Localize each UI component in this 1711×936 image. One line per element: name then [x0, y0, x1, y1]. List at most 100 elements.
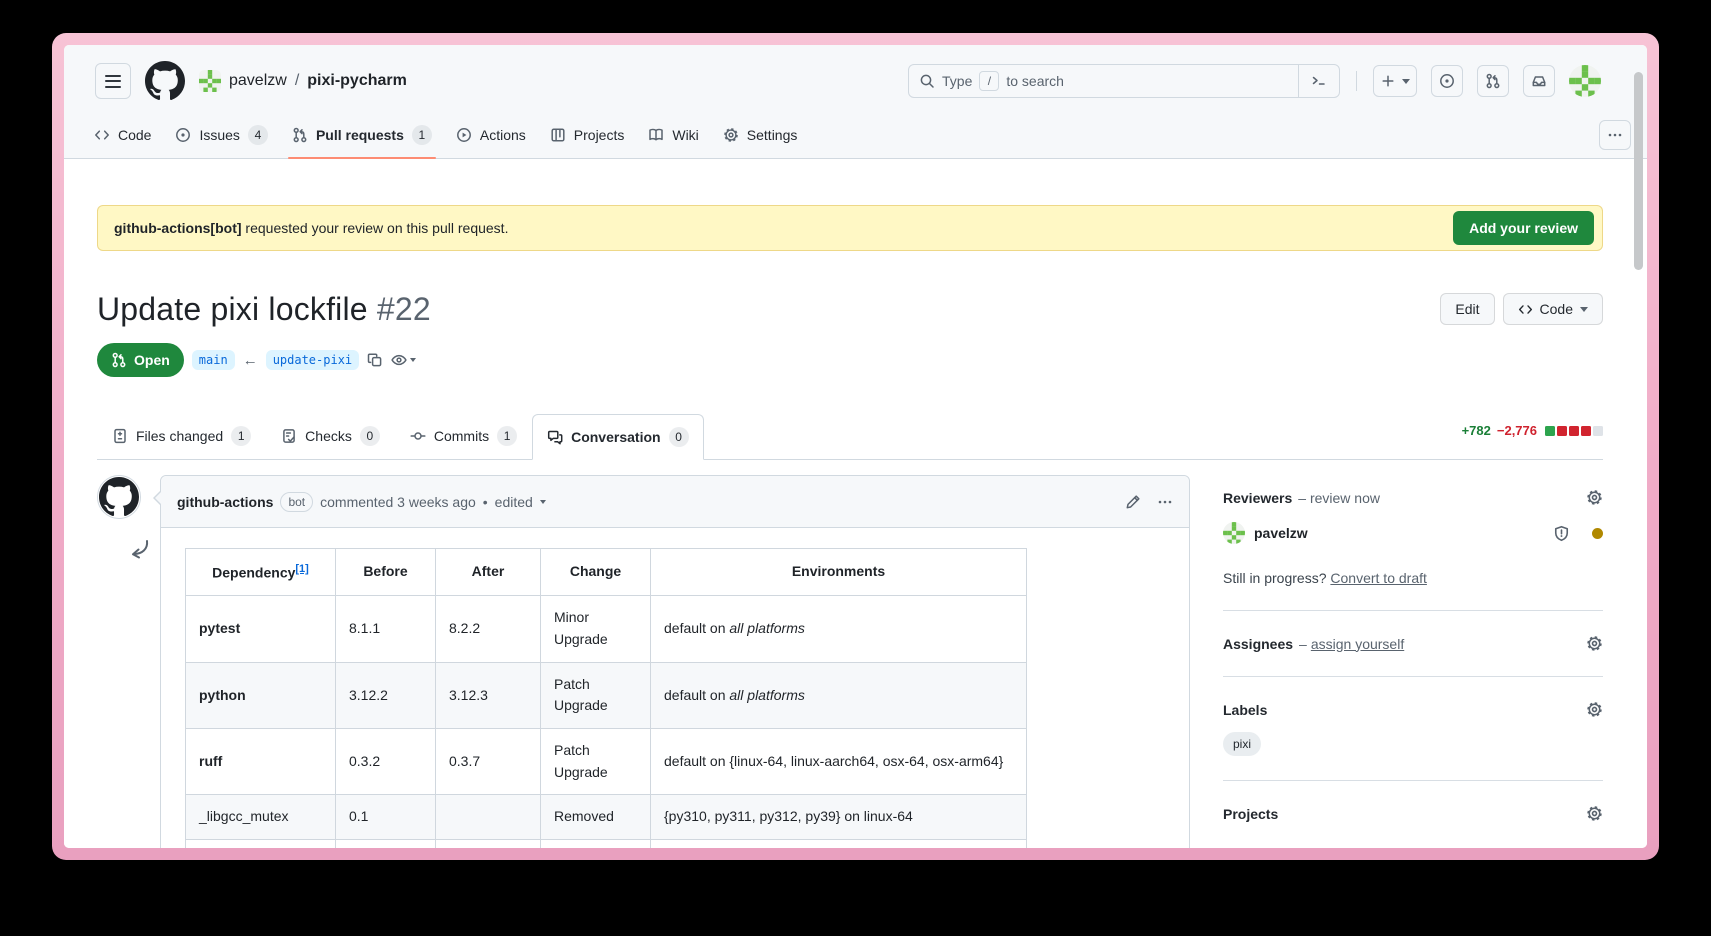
edit-comment-icon[interactable] — [1125, 494, 1141, 510]
nav-item-wiki[interactable]: Wiki — [638, 111, 708, 158]
hamburger-menu-button[interactable] — [95, 63, 131, 99]
copy-branch-button[interactable] — [367, 352, 383, 368]
desktop-background: pavelzw / pixi-pycharm Type / to search — [0, 0, 1711, 936]
code-button-label: Code — [1540, 301, 1573, 317]
edit-button[interactable]: Edit — [1440, 293, 1494, 325]
assignees-dash: – — [1299, 636, 1307, 652]
tab-label: Conversation — [571, 429, 660, 445]
nav-item-label: Projects — [574, 127, 625, 143]
nav-item-label: Issues — [199, 127, 239, 143]
nav-item-label: Code — [118, 127, 151, 143]
diffstat-block-deleted — [1569, 426, 1579, 436]
checklist-icon — [281, 428, 297, 444]
main-content: github-actions[bot] requested your revie… — [64, 205, 1647, 848]
project-icon — [550, 127, 566, 143]
gear-icon[interactable] — [1586, 635, 1603, 652]
pr-body: github-actions bot commented 3 weeks ago… — [97, 475, 1603, 848]
tab-count-badge: 0 — [360, 426, 380, 446]
table-cell: 0.1 — [336, 795, 436, 840]
tab-count-badge: 0 — [669, 427, 689, 447]
diffstat: +782 −2,776 — [1462, 423, 1603, 438]
nav-overflow-button[interactable] — [1599, 120, 1631, 150]
github-logo-icon[interactable] — [145, 61, 185, 101]
issues-dashboard-button[interactable] — [1431, 65, 1463, 97]
slash-key-hint: / — [979, 71, 999, 91]
assignees-section: Assignees – assign yourself — [1223, 611, 1603, 677]
gear-icon[interactable] — [1586, 701, 1603, 718]
table-cell: 3.12.3 — [436, 662, 541, 728]
nav-item-projects[interactable]: Projects — [540, 111, 635, 158]
inbox-button[interactable] — [1523, 65, 1555, 97]
diffstat-blocks — [1545, 426, 1603, 436]
pr-state-badge: Open — [97, 343, 184, 377]
draft-hint: Still in progress? Convert to draft — [1223, 570, 1603, 586]
comment-meta: commented 3 weeks ago — [320, 494, 476, 510]
breadcrumb-repo[interactable]: pixi-pycharm — [307, 72, 407, 90]
projects-section: Projects — [1223, 781, 1603, 846]
comment-author[interactable]: github-actions — [177, 494, 273, 510]
table-row: pytest8.1.18.2.2Minor Upgradedefault on … — [186, 596, 1027, 662]
breadcrumb-owner[interactable]: pavelzw — [229, 72, 287, 90]
tab-checks[interactable]: Checks0 — [266, 413, 395, 459]
base-branch-label[interactable]: main — [192, 350, 235, 370]
tab-files-changed[interactable]: Files changed 1 — [97, 413, 266, 459]
shield-icon[interactable] — [1553, 525, 1570, 542]
table-cell-environments: default on all platforms — [651, 596, 1027, 662]
label-pill-pixi[interactable]: pixi — [1223, 732, 1261, 756]
tab-conversation[interactable]: Conversation 0 — [532, 414, 703, 460]
add-review-button[interactable]: Add your review — [1453, 211, 1594, 245]
assign-yourself-link[interactable]: assign yourself — [1311, 636, 1404, 652]
pr-tabs: Files changed1Checks0Commits1Conversatio… — [97, 413, 1603, 460]
pull-requests-dashboard-button[interactable] — [1477, 65, 1509, 97]
nav-item-label: Wiki — [672, 127, 698, 143]
caret-down-icon[interactable] — [540, 500, 546, 504]
comment-author-avatar[interactable] — [97, 475, 141, 519]
scrollbar-thumb[interactable] — [1634, 72, 1643, 270]
tab-count-badge: 1 — [231, 426, 251, 446]
owner-avatar[interactable] — [199, 70, 221, 92]
header-divider — [1356, 71, 1357, 91]
issue-icon — [175, 127, 191, 143]
nav-item-actions[interactable]: Actions — [446, 111, 536, 158]
nav-item-issues[interactable]: Issues4 — [165, 111, 277, 158]
footnote-link[interactable]: [1] — [295, 563, 308, 575]
diffstat-block-deleted — [1557, 426, 1567, 436]
breadcrumb: pavelzw / pixi-pycharm — [199, 70, 407, 92]
code-dropdown-button[interactable]: Code — [1503, 293, 1603, 325]
comment-meta-separator: • — [483, 494, 488, 510]
tab-label: Files changed — [136, 428, 223, 444]
tab-commits[interactable]: Commits1 — [395, 413, 532, 459]
commit-icon — [410, 428, 426, 444]
copy-icon — [367, 352, 383, 368]
review-now-link[interactable]: – review now — [1298, 490, 1380, 506]
gear-icon[interactable] — [1586, 805, 1603, 822]
search-input[interactable]: Type / to search — [908, 64, 1340, 98]
user-avatar[interactable] — [1569, 65, 1601, 97]
eye-icon — [391, 352, 407, 368]
comment-menu-icon[interactable] — [1157, 494, 1173, 510]
reviewer-name[interactable]: pavelzw — [1254, 525, 1308, 541]
nav-count-badge: 1 — [412, 125, 432, 145]
reviewer-row[interactable]: pavelzw — [1223, 522, 1603, 544]
pr-number: #22 — [377, 291, 431, 327]
nav-item-label: Settings — [747, 127, 798, 143]
table-header-dependency: Dependency[1] — [186, 549, 336, 596]
discussion-icon — [547, 429, 563, 445]
code-icon — [94, 127, 110, 143]
play-icon — [456, 127, 472, 143]
convert-to-draft-link[interactable]: Convert to draft — [1330, 570, 1427, 586]
gear-icon[interactable] — [1586, 489, 1603, 506]
github-page: pavelzw / pixi-pycharm Type / to search — [64, 45, 1647, 848]
diffstat-deletions: −2,776 — [1497, 423, 1537, 438]
table-header-change: Change — [541, 549, 651, 596]
filediff-icon — [112, 428, 128, 444]
nav-item-code[interactable]: Code — [84, 111, 161, 158]
watch-menu-button[interactable] — [391, 352, 416, 368]
head-branch-label[interactable]: update-pixi — [266, 350, 359, 370]
create-new-button[interactable] — [1373, 65, 1417, 97]
nav-item-pull-requests[interactable]: Pull requests1 — [282, 111, 442, 158]
comment-edited-label[interactable]: edited — [495, 494, 533, 510]
nav-item-settings[interactable]: Settings — [713, 111, 808, 158]
command-palette-icon[interactable] — [1298, 65, 1339, 97]
review-request-banner: github-actions[bot] requested your revie… — [97, 205, 1603, 251]
